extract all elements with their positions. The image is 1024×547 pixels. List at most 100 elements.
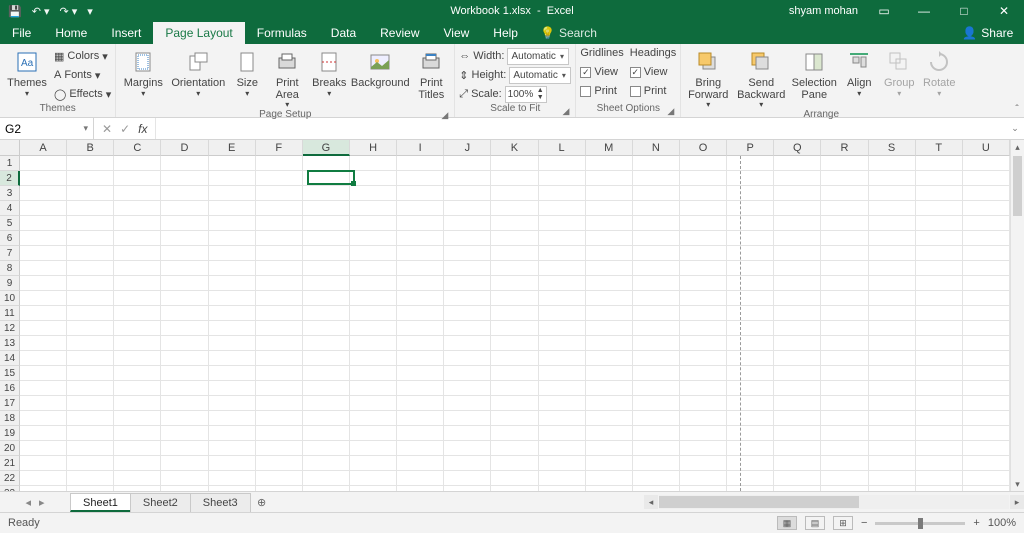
cell[interactable] <box>303 201 350 216</box>
column-header-K[interactable]: K <box>491 140 538 156</box>
cell[interactable] <box>821 201 868 216</box>
cell[interactable] <box>161 246 208 261</box>
cell[interactable] <box>114 366 161 381</box>
cell[interactable] <box>444 231 491 246</box>
cell[interactable] <box>539 456 586 471</box>
cell[interactable] <box>20 276 67 291</box>
cell[interactable] <box>633 381 680 396</box>
cell[interactable] <box>256 456 303 471</box>
cell[interactable] <box>303 321 350 336</box>
cell[interactable] <box>821 216 868 231</box>
cell[interactable] <box>727 306 774 321</box>
cell[interactable] <box>774 396 821 411</box>
page-layout-view-button[interactable]: ▤ <box>805 516 825 530</box>
cell[interactable] <box>916 246 963 261</box>
cell[interactable] <box>491 471 538 486</box>
cell[interactable] <box>303 306 350 321</box>
cell[interactable] <box>20 351 67 366</box>
cell[interactable] <box>727 381 774 396</box>
collapse-ribbon-button[interactable]: ˆ <box>1010 104 1024 117</box>
cell[interactable] <box>539 441 586 456</box>
cell[interactable] <box>963 426 1010 441</box>
cell[interactable] <box>727 411 774 426</box>
cell[interactable] <box>774 351 821 366</box>
cell[interactable] <box>680 231 727 246</box>
cell[interactable] <box>209 411 256 426</box>
cell[interactable] <box>444 261 491 276</box>
cell[interactable] <box>633 306 680 321</box>
cell[interactable] <box>114 351 161 366</box>
normal-view-button[interactable]: ▦ <box>777 516 797 530</box>
row-header-9[interactable]: 9 <box>0 276 20 291</box>
cell[interactable] <box>586 381 633 396</box>
cell[interactable] <box>209 186 256 201</box>
cell[interactable] <box>586 351 633 366</box>
gridlines-print-checkbox[interactable]: Print <box>580 82 623 100</box>
cell[interactable] <box>350 366 397 381</box>
column-header-S[interactable]: S <box>869 140 916 156</box>
sheet-tab-sheet1[interactable]: Sheet1 <box>70 493 131 512</box>
row-header-18[interactable]: 18 <box>0 411 20 426</box>
cell[interactable] <box>397 456 444 471</box>
row-header-3[interactable]: 3 <box>0 186 20 201</box>
cell[interactable] <box>209 276 256 291</box>
cell[interactable] <box>727 441 774 456</box>
cell[interactable] <box>350 156 397 171</box>
cell[interactable] <box>821 366 868 381</box>
cell[interactable] <box>869 276 916 291</box>
tab-review[interactable]: Review <box>368 22 431 44</box>
cell[interactable] <box>491 171 538 186</box>
column-headers[interactable]: ABCDEFGHIJKLMNOPQRSTU <box>20 140 1010 156</box>
cell[interactable] <box>444 201 491 216</box>
cell[interactable] <box>727 426 774 441</box>
column-header-B[interactable]: B <box>67 140 114 156</box>
cell[interactable] <box>444 306 491 321</box>
row-header-15[interactable]: 15 <box>0 366 20 381</box>
cell[interactable] <box>161 441 208 456</box>
cell[interactable] <box>444 381 491 396</box>
active-cell[interactable] <box>307 170 355 185</box>
cell[interactable] <box>67 216 114 231</box>
cell[interactable] <box>633 486 680 492</box>
cell[interactable] <box>633 411 680 426</box>
cell[interactable] <box>397 216 444 231</box>
cell[interactable] <box>774 456 821 471</box>
new-sheet-button[interactable]: ⊕ <box>250 492 274 512</box>
select-all-corner[interactable] <box>0 140 20 156</box>
tab-home[interactable]: Home <box>43 22 99 44</box>
cell[interactable] <box>916 366 963 381</box>
cell[interactable] <box>680 186 727 201</box>
cell[interactable] <box>256 261 303 276</box>
colors-dropdown[interactable]: ▦Colors ▾ <box>54 47 111 65</box>
cell[interactable] <box>67 456 114 471</box>
cell[interactable] <box>586 246 633 261</box>
cell[interactable] <box>491 396 538 411</box>
cell[interactable] <box>397 276 444 291</box>
cell[interactable] <box>821 246 868 261</box>
cell[interactable] <box>350 186 397 201</box>
cell[interactable] <box>209 261 256 276</box>
cell[interactable] <box>963 246 1010 261</box>
selection-pane-button[interactable]: Selection Pane <box>791 46 837 101</box>
cell[interactable] <box>727 156 774 171</box>
cell[interactable] <box>444 411 491 426</box>
bring-forward-button[interactable]: Bring Forward▾ <box>685 46 731 109</box>
cell[interactable] <box>161 351 208 366</box>
column-header-P[interactable]: P <box>727 140 774 156</box>
cell[interactable] <box>963 261 1010 276</box>
cell[interactable] <box>821 336 868 351</box>
cells-area[interactable] <box>20 156 1010 491</box>
cell[interactable] <box>869 186 916 201</box>
cell[interactable] <box>161 381 208 396</box>
cell[interactable] <box>444 351 491 366</box>
cell[interactable] <box>916 171 963 186</box>
column-header-G[interactable]: G <box>303 140 350 156</box>
scale-spinner[interactable]: 100%▲▼ <box>505 86 547 103</box>
maximize-button[interactable]: □ <box>950 4 978 18</box>
cell[interactable] <box>209 306 256 321</box>
tab-page-layout[interactable]: Page Layout <box>153 22 244 44</box>
cell[interactable] <box>633 276 680 291</box>
cell[interactable] <box>539 201 586 216</box>
cell[interactable] <box>869 486 916 492</box>
cell[interactable] <box>586 456 633 471</box>
